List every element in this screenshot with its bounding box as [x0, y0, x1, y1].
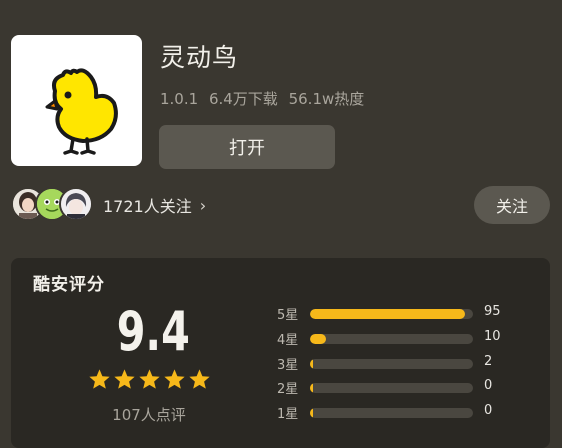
rating-row-count: 10 [484, 329, 501, 344]
app-meta: 1.0.1 6.4万下载 56.1w热度 [160, 88, 370, 109]
rating-row-label: 2星 [277, 382, 299, 397]
rating-row-label: 1星 [277, 407, 299, 422]
rating-row-count: 95 [484, 304, 501, 319]
rating-bar-track [310, 309, 473, 319]
yellow-chick-icon [45, 68, 118, 155]
star-icon [89, 369, 110, 389]
rating-title: 酷安评分 [33, 275, 105, 295]
rating-bar-track [310, 383, 473, 393]
app-icon [11, 35, 142, 166]
rating-row-1: 1星 0 [277, 403, 537, 422]
rating-bar-track [310, 359, 473, 369]
rating-row-label: 4星 [277, 333, 299, 348]
rating-row-label: 3星 [277, 358, 299, 373]
rating-score: 9.4 [116, 300, 190, 363]
rating-bar-fill [310, 334, 327, 344]
rating-bar-fill [310, 408, 314, 418]
review-count: 107人点评 [112, 406, 186, 424]
rating-row-2: 2星 0 [277, 378, 537, 397]
rating-row-count: 0 [484, 378, 493, 393]
rating-row-count: 2 [484, 354, 493, 369]
star-icon [114, 369, 135, 389]
avatar-anime-icon [61, 189, 91, 219]
rating-row-5: 5星 95 [277, 304, 537, 323]
rating-card: 酷安评分 9.4 107人点评 5星 95 4星 10 3星 2 2星 0 1星… [11, 258, 550, 448]
app-downloads: 6.4万下载 [208, 90, 278, 108]
rating-stars [88, 368, 211, 390]
app-name: 灵动鸟 [160, 43, 239, 72]
star-icon [189, 369, 210, 389]
rating-row-3: 3星 2 [277, 354, 537, 373]
star-icon [139, 369, 160, 389]
follow-button[interactable]: 关注 [474, 186, 550, 224]
rating-row-count: 0 [484, 403, 493, 418]
rating-bar-fill [310, 309, 465, 319]
chevron-right-icon: › [199, 195, 207, 215]
avatar [59, 187, 93, 221]
rating-bar-track [310, 334, 473, 344]
rating-bar-fill [310, 359, 314, 369]
follower-avatars[interactable] [11, 187, 95, 221]
followers-link[interactable]: 1721人关注 › [103, 193, 206, 217]
rating-row-4: 4星 10 [277, 329, 537, 348]
rating-bar-fill [310, 383, 314, 393]
open-button[interactable]: 打开 [159, 125, 335, 169]
followers-count: 1721人关注 [103, 197, 192, 216]
rating-row-label: 5星 [277, 308, 299, 323]
app-version: 1.0.1 [160, 90, 199, 108]
star-icon [164, 369, 185, 389]
rating-bar-track [310, 408, 473, 418]
app-heat: 56.1w热度 [288, 90, 365, 108]
